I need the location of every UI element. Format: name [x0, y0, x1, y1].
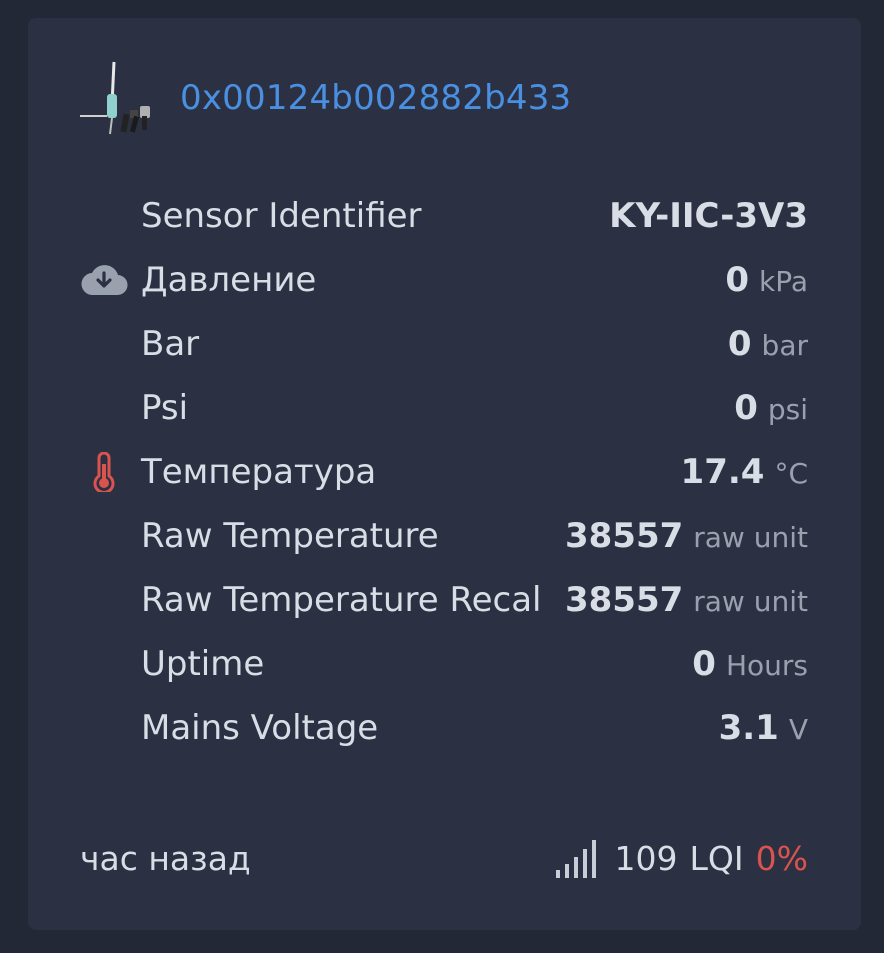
expose-unit: bar: [761, 329, 808, 362]
expose-value: 3.1 V: [719, 708, 808, 748]
expose-value: 0 bar: [728, 324, 808, 364]
expose-value: 38557 raw unit: [565, 580, 808, 620]
exposes-list: Sensor Identifier KY-IIC-3V3 Давление 0 kPa B…: [78, 184, 808, 760]
expose-unit: Hours: [725, 649, 808, 682]
expose-value: 0 Hours: [692, 644, 808, 684]
cloud-download-icon: [78, 260, 130, 300]
expose-row: Давление 0 kPa: [78, 248, 808, 312]
expose-value-number: 0: [727, 324, 752, 364]
expose-value-number: 38557: [564, 516, 684, 556]
expose-row: Температура 17.4 °C: [78, 440, 808, 504]
expose-label: Uptime: [141, 644, 265, 684]
expose-value-number: 38557: [564, 580, 684, 620]
last-seen-text: час назад: [80, 838, 251, 878]
lqi-label: LQI: [689, 838, 744, 878]
expose-row: Mains Voltage 3.1 V: [78, 696, 808, 760]
expose-unit: raw unit: [693, 521, 808, 554]
expose-label: Давление: [141, 260, 317, 300]
lqi-value: 109: [614, 838, 678, 878]
expose-unit: kPa: [759, 265, 808, 298]
device-footer: час назад 109 LQI 0%: [80, 830, 808, 886]
expose-value: 17.4 °C: [681, 452, 808, 492]
expose-label: Bar: [141, 324, 200, 364]
expose-label: Температура: [141, 452, 377, 492]
expose-row: Psi 0 psi: [78, 376, 808, 440]
expose-value-number: 0: [692, 644, 716, 684]
expose-label: Raw Temperature Recal: [141, 580, 542, 620]
expose-value-number: 17.4: [680, 452, 765, 492]
expose-value-number: 3.1: [718, 708, 779, 748]
expose-label: Raw Temperature: [141, 516, 439, 556]
expose-value-number: 0: [734, 388, 758, 428]
expose-row: Uptime 0 Hours: [78, 632, 808, 696]
expose-value: 0 psi: [734, 388, 808, 428]
expose-label: Psi: [141, 388, 189, 428]
expose-label: Sensor Identifier: [141, 196, 422, 236]
expose-unit: °C: [774, 457, 808, 490]
expose-row: Sensor Identifier KY-IIC-3V3: [78, 184, 808, 248]
expose-unit: psi: [767, 393, 808, 426]
expose-value-number: KY-IIC-3V3: [609, 196, 808, 236]
expose-unit: V: [788, 713, 808, 746]
device-card: 0x00124b002882b433 Sensor Identifier KY-I…: [28, 18, 861, 930]
device-header: 0x00124b002882b433: [78, 60, 571, 136]
expose-row: Raw Temperature 38557 raw unit: [78, 504, 808, 568]
sensor-probe-image: [80, 61, 150, 135]
expose-label: Mains Voltage: [141, 708, 379, 748]
expose-row: Bar 0 bar: [78, 312, 808, 376]
expose-value: KY-IIC-3V3: [609, 196, 808, 236]
device-address-link[interactable]: 0x00124b002882b433: [180, 78, 571, 118]
expose-value-number: 0: [725, 260, 749, 300]
expose-unit: raw unit: [693, 585, 808, 618]
thermometer-icon: [78, 452, 130, 492]
expose-row: Raw Temperature Recal 38557 raw unit: [78, 568, 808, 632]
signal-bars-icon: [555, 840, 596, 878]
battery-percent: 0%: [755, 838, 808, 878]
expose-value: 38557 raw unit: [565, 516, 808, 556]
expose-value: 0 kPa: [725, 260, 808, 300]
link-quality: 109 LQI 0%: [555, 838, 808, 878]
